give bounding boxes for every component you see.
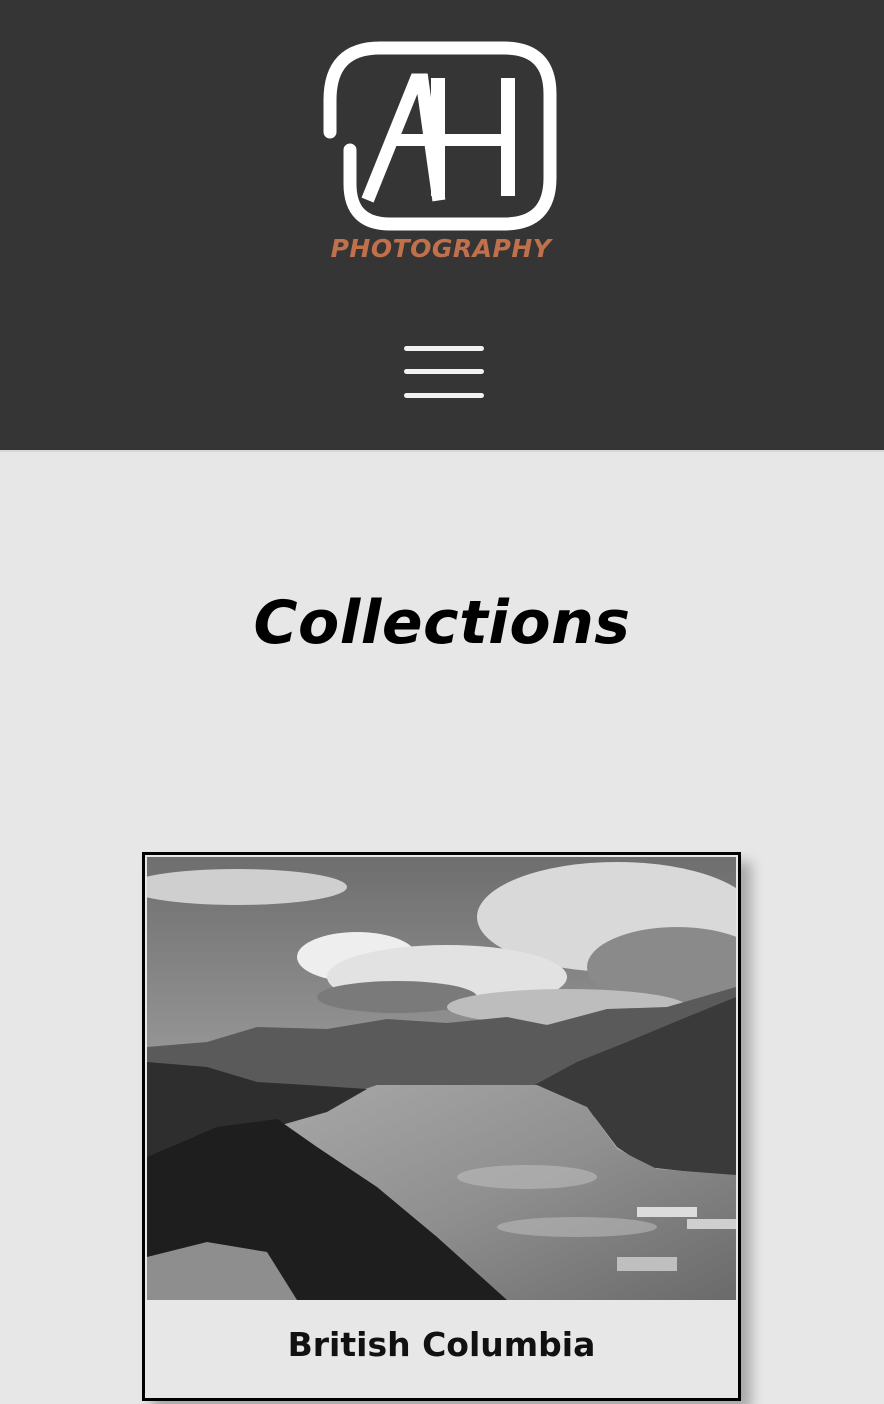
- hamburger-menu-icon[interactable]: [404, 344, 484, 402]
- site-header: PHOTOGRAPHY: [0, 0, 884, 450]
- menu-bar: [404, 393, 484, 398]
- collection-title[interactable]: British Columbia: [145, 1325, 738, 1364]
- logo-subtitle: PHOTOGRAPHY: [330, 234, 552, 263]
- menu-bar: [404, 346, 484, 351]
- header-divider: [0, 450, 884, 452]
- page-title: Collections: [253, 588, 631, 658]
- menu-bar: [404, 369, 484, 374]
- collection-image[interactable]: [147, 857, 736, 1300]
- landscape-photo-icon: [147, 857, 736, 1300]
- collection-card-british-columbia[interactable]: British Columbia: [142, 852, 741, 1401]
